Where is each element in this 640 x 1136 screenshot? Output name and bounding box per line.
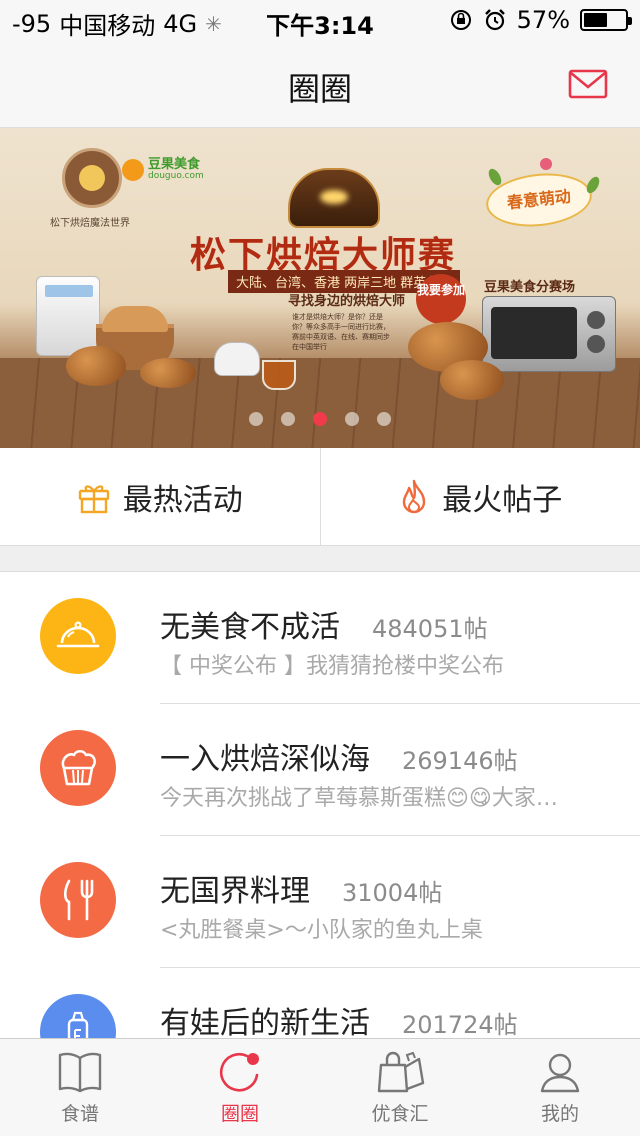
leaf-decoration bbox=[540, 158, 552, 170]
banner-subtitle-2: 寻找身边的烘焙大师 bbox=[288, 294, 406, 309]
tea-cup-image bbox=[262, 360, 296, 390]
baby-bottle-icon bbox=[67, 1011, 89, 1038]
circle-heading: 无国界料理 31004帖 bbox=[160, 866, 442, 910]
circle-name: 一入烘焙深似海 bbox=[160, 742, 370, 777]
post-count: 201724帖 bbox=[402, 1011, 518, 1038]
tab-label: 食谱 bbox=[60, 1103, 99, 1125]
list-item[interactable]: 无国界料理 31004帖 <丸胜餐桌>～小队家的鱼丸上桌 bbox=[0, 836, 640, 968]
chef-hat-emblem bbox=[288, 168, 380, 228]
circle-avatar bbox=[40, 994, 116, 1038]
carousel-dot[interactable] bbox=[313, 412, 327, 426]
post-count: 269146帖 bbox=[402, 747, 518, 775]
bread-loaf-image bbox=[140, 358, 196, 388]
page-title: 圈圈 bbox=[287, 70, 352, 108]
alarm-icon bbox=[484, 9, 505, 31]
circle-text: 无美食不成活 484051帖 【 中奖公布 】我猜猜抢楼中奖公布 bbox=[160, 572, 640, 704]
muffin-icon bbox=[61, 749, 96, 786]
tab-label: 优食汇 bbox=[371, 1103, 429, 1125]
carousel-dot[interactable] bbox=[377, 412, 391, 426]
carousel-dot[interactable] bbox=[249, 412, 263, 426]
orientation-lock-icon bbox=[450, 10, 471, 30]
circle-name: 有娃后的新生活 bbox=[160, 1006, 370, 1038]
tab-bar: 食谱 圈圈 优食汇 我的 bbox=[0, 1038, 640, 1136]
bread-maker-image bbox=[36, 276, 100, 356]
circle-text: 一入烘焙深似海 269146帖 今天再次挑战了草莓慕斯蛋糕😊😋大家… bbox=[160, 704, 640, 836]
hot-posts-label: 最火帖子 bbox=[442, 482, 563, 518]
list-item[interactable]: 有娃后的新生活 201724帖 bbox=[0, 968, 640, 1038]
tab-shop[interactable]: 优食汇 bbox=[320, 1039, 480, 1136]
hot-events-button[interactable]: 最热活动 bbox=[0, 448, 320, 545]
tab-label: 我的 bbox=[540, 1103, 579, 1125]
fork-knife-icon bbox=[63, 879, 94, 921]
navigation-bar: 圈圈 bbox=[0, 40, 640, 128]
circle-name: 无国界料理 bbox=[160, 874, 310, 909]
battery-icon bbox=[580, 9, 632, 31]
quick-actions: 最热活动 最火帖子 bbox=[0, 448, 640, 546]
brand-caption: 松下烘焙魔法世界 bbox=[50, 218, 130, 229]
circle-text: 有娃后的新生活 201724帖 bbox=[160, 968, 640, 1038]
join-button[interactable]: 我要参加 bbox=[416, 274, 466, 324]
bread-loaf-image bbox=[66, 346, 126, 386]
banner-fine-print: 谁才是烘焙大师？是你？还是你？等众多高手一同进行比赛，赛前中英双语、在线、赛期同… bbox=[292, 313, 390, 351]
hand-mixer-image bbox=[214, 342, 260, 376]
mail-icon[interactable] bbox=[568, 68, 608, 100]
battery-percent: 57% bbox=[516, 6, 570, 34]
bread-loaf-image bbox=[440, 360, 504, 400]
status-bar: -95 中国移动 4G ✳ 下午3:14 57% bbox=[0, 0, 640, 40]
oven-image bbox=[482, 296, 616, 372]
latest-post-preview: 【 中奖公布 】我猜猜抢楼中奖公布 bbox=[160, 654, 504, 679]
carousel-dot[interactable] bbox=[281, 412, 295, 426]
circle-name: 无美食不成活 bbox=[160, 610, 340, 645]
gift-icon bbox=[78, 484, 109, 513]
latest-post-preview: <丸胜餐桌>～小队家的鱼丸上桌 bbox=[160, 918, 483, 943]
tab-recipes[interactable]: 食谱 bbox=[0, 1039, 160, 1136]
circle-heading: 有娃后的新生活 201724帖 bbox=[160, 998, 518, 1038]
tab-circles[interactable]: 圈圈 bbox=[160, 1039, 320, 1136]
flame-icon bbox=[403, 479, 426, 513]
circle-heading: 无美食不成活 484051帖 bbox=[160, 602, 488, 646]
list-item[interactable]: 无美食不成活 484051帖 【 中奖公布 】我猜猜抢楼中奖公布 bbox=[0, 572, 640, 704]
circle-text: 无国界料理 31004帖 <丸胜餐桌>～小队家的鱼丸上桌 bbox=[160, 836, 640, 968]
hot-events-label: 最热活动 bbox=[122, 482, 243, 518]
carousel-dot[interactable] bbox=[345, 412, 359, 426]
status-right: 57% bbox=[449, 6, 632, 34]
tab-me[interactable]: 我的 bbox=[480, 1039, 640, 1136]
douguo-logo: 豆果美食 douguo.com bbox=[122, 158, 204, 181]
circle-avatar bbox=[40, 862, 116, 938]
shopping-bag-icon bbox=[377, 1051, 425, 1093]
carousel-dots[interactable] bbox=[0, 412, 640, 426]
leaf-decoration bbox=[584, 174, 602, 196]
promo-banner[interactable]: 松下烘焙魔法世界 豆果美食 douguo.com 松下烘焙大师赛 大陆、台湾、香… bbox=[0, 128, 640, 448]
venue-label: 豆果美食分赛场 bbox=[484, 280, 576, 295]
circle-list: 无美食不成活 484051帖 【 中奖公布 】我猜猜抢楼中奖公布 一入烘焙深似海… bbox=[0, 572, 640, 1038]
user-icon bbox=[540, 1053, 580, 1093]
bakery-logo bbox=[62, 148, 122, 208]
cloche-icon bbox=[56, 621, 100, 648]
post-count: 31004帖 bbox=[342, 879, 443, 907]
circle-icon bbox=[219, 1052, 259, 1092]
latest-post-preview: 今天再次挑战了草莓慕斯蛋糕😊😋大家… bbox=[160, 786, 558, 811]
circle-avatar bbox=[40, 598, 116, 674]
douguo-logo-url: douguo.com bbox=[148, 171, 204, 181]
tab-label: 圈圈 bbox=[220, 1103, 259, 1125]
section-divider bbox=[0, 546, 640, 572]
hot-posts-button[interactable]: 最火帖子 bbox=[319, 448, 640, 545]
douguo-logo-text: 豆果美食 bbox=[148, 157, 201, 172]
circle-avatar bbox=[40, 730, 116, 806]
list-item[interactable]: 一入烘焙深似海 269146帖 今天再次挑战了草莓慕斯蛋糕😊😋大家… bbox=[0, 704, 640, 836]
circle-heading: 一入烘焙深似海 269146帖 bbox=[160, 734, 518, 778]
post-count: 484051帖 bbox=[372, 615, 488, 643]
douguo-logo-icon bbox=[122, 158, 144, 181]
book-icon bbox=[58, 1052, 102, 1093]
